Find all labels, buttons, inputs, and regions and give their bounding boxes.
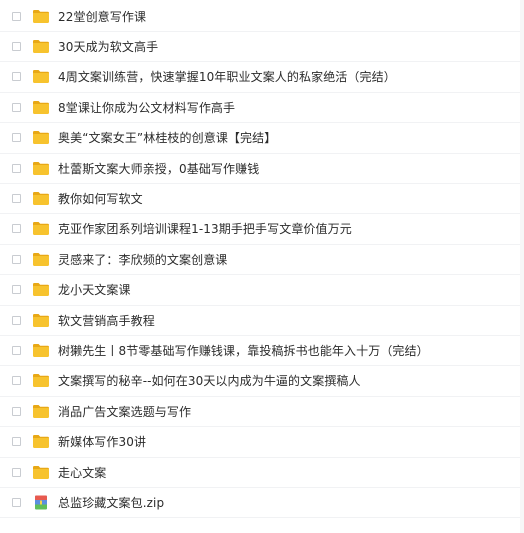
file-name[interactable]: 杜蕾斯文案大师亲授，0基础写作赚钱 [58,161,259,177]
file-row[interactable]: 22堂创意写作课 [0,2,520,32]
folder-icon [32,69,50,84]
folder-icon [32,161,50,176]
file-name[interactable]: 教你如何写软文 [58,191,143,207]
row-checkbox[interactable] [12,224,21,234]
file-row[interactable]: 4周文案训练营，快速掌握10年职业文案人的私家绝活（完结） [0,63,520,93]
file-row[interactable]: 软文营销高手教程 [0,306,520,336]
file-row[interactable]: 灵感来了：李欣频的文案创意课 [0,245,520,276]
folder-icon [32,252,50,267]
folder-icon [32,100,50,115]
row-checkbox[interactable] [12,41,21,51]
file-name[interactable]: 树獭先生丨8节零基础写作赚钱课，靠投稿拆书也能年入十万（完结） [58,343,429,359]
folder-icon [32,191,50,206]
row-checkbox[interactable] [12,285,21,295]
row-checkbox[interactable] [12,133,21,143]
file-name[interactable]: 8堂课让你成为公文材料写作高手 [58,100,235,116]
row-checkbox[interactable] [12,406,21,416]
file-name[interactable]: 30天成为软文高手 [58,39,158,55]
scrollbar-track[interactable] [520,0,524,533]
folder-icon [32,9,50,24]
file-name[interactable]: 消品广告文案选题与写作 [58,404,191,420]
file-row[interactable]: 30天成为软文高手 [0,32,520,63]
row-checkbox[interactable] [12,376,21,386]
row-checkbox[interactable] [12,193,21,203]
file-row[interactable]: 杜蕾斯文案大师亲授，0基础写作赚钱 [0,154,520,184]
row-checkbox[interactable] [12,345,21,355]
file-name[interactable]: 22堂创意写作课 [58,9,146,25]
file-name[interactable]: 总监珍藏文案包.zip [58,495,164,511]
row-checkbox[interactable] [12,497,21,507]
folder-icon [32,465,50,480]
file-list: 22堂创意写作课 30天成为软文高手 4周文案训练营，快速掌握10年职业文案人的私家… [0,0,524,533]
folder-icon [32,282,50,297]
row-checkbox[interactable] [12,437,21,447]
row-checkbox[interactable] [12,315,21,325]
folder-icon [32,434,50,449]
row-checkbox[interactable] [12,102,21,112]
file-row[interactable]: 克亚作家团系列培训课程1-13期手把手写文章价值万元 [0,215,520,245]
file-row[interactable]: 教你如何写软文 [0,184,520,215]
file-row[interactable]: 树獭先生丨8节零基础写作赚钱课，靠投稿拆书也能年入十万（完结） [0,336,520,367]
folder-icon [32,313,50,328]
file-row[interactable]: 新媒体写作30讲 [0,428,520,458]
file-name[interactable]: 文案撰写的秘辛--如何在30天以内成为牛逼的文案撰稿人 [58,373,361,389]
folder-icon [32,343,50,358]
row-checkbox[interactable] [12,11,21,21]
file-row[interactable]: 总监珍藏文案包.zip [0,488,520,519]
file-row[interactable]: 文案撰写的秘辛--如何在30天以内成为牛逼的文案撰稿人 [0,367,520,397]
row-checkbox[interactable] [12,254,21,264]
row-checkbox[interactable] [12,467,21,477]
file-row[interactable]: 消品广告文案选题与写作 [0,397,520,428]
file-name[interactable]: 走心文案 [58,465,106,481]
file-row[interactable]: 龙小天文案课 [0,276,520,306]
folder-icon [32,373,50,388]
folder-icon [32,404,50,419]
file-name[interactable]: 灵感来了：李欣频的文案创意课 [58,252,227,268]
file-row[interactable]: 奥美“文案女王”林桂枝的创意课【完结】 [0,124,520,154]
row-checkbox[interactable] [12,72,21,82]
file-name[interactable]: 龙小天文案课 [58,282,131,298]
zip-archive-icon [32,495,50,510]
file-row[interactable]: 8堂课让你成为公文材料写作高手 [0,93,520,124]
file-name[interactable]: 新媒体写作30讲 [58,434,146,450]
file-name[interactable]: 软文营销高手教程 [58,313,155,329]
file-name[interactable]: 奥美“文案女王”林桂枝的创意课【完结】 [58,130,276,146]
folder-icon [32,39,50,54]
folder-icon [32,221,50,236]
folder-icon [32,130,50,145]
row-checkbox[interactable] [12,163,21,173]
file-row[interactable]: 走心文案 [0,458,520,488]
file-name[interactable]: 4周文案训练营，快速掌握10年职业文案人的私家绝活（完结） [58,69,396,85]
file-name[interactable]: 克亚作家团系列培训课程1-13期手把手写文章价值万元 [58,221,352,237]
